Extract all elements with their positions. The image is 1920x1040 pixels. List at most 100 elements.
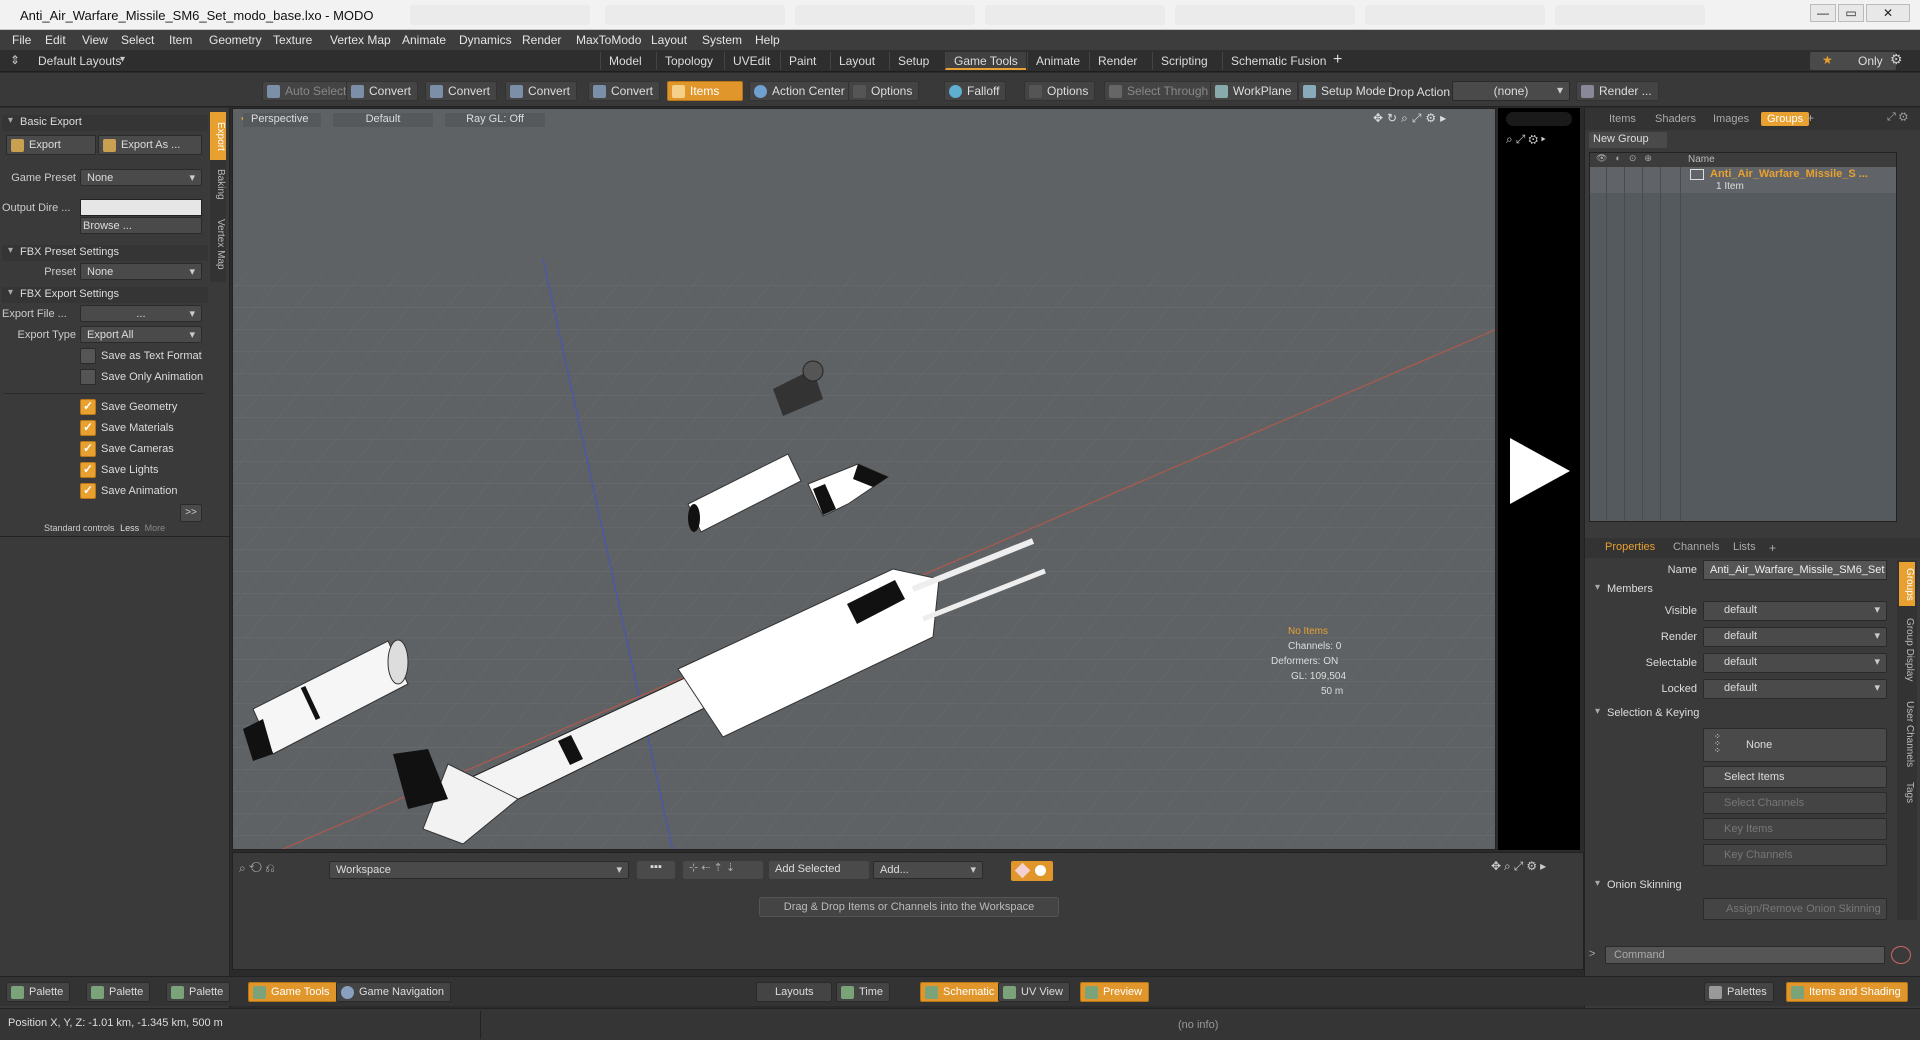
output-dir-field[interactable] xyxy=(80,199,202,216)
more-link[interactable]: More xyxy=(145,523,166,533)
add-dropdown[interactable]: Add... xyxy=(873,861,983,879)
export-button[interactable]: Export xyxy=(6,135,96,155)
game-tools-button[interactable]: Game Tools xyxy=(248,982,337,1002)
tab-scripting[interactable]: Scripting xyxy=(1152,52,1216,70)
tab-properties[interactable]: Properties xyxy=(1599,540,1661,554)
tab-model[interactable]: Model xyxy=(600,52,650,70)
add-tab-icon[interactable]: + xyxy=(1807,111,1814,125)
close-button[interactable]: ✕ xyxy=(1866,4,1910,22)
menu-vertex-map[interactable]: Vertex Map xyxy=(330,33,391,47)
palette-button[interactable]: Palette xyxy=(86,982,151,1002)
vtab-tags[interactable]: Tags xyxy=(1899,778,1915,808)
selectable-dropdown[interactable]: default xyxy=(1703,653,1887,673)
layouts-icon[interactable]: ⇕ xyxy=(10,53,20,67)
more-arrow-button[interactable]: >> xyxy=(180,504,202,522)
save-only-animation-checkbox[interactable] xyxy=(80,369,96,385)
game-preset-dropdown[interactable]: None xyxy=(80,169,202,186)
export-type-dropdown[interactable]: Export All xyxy=(80,326,202,343)
render-dropdown[interactable]: default xyxy=(1703,627,1887,647)
vtab-group-display[interactable]: Group Display xyxy=(1899,610,1915,690)
convert-button[interactable]: Convert xyxy=(505,81,578,101)
tab-schematic-fusion[interactable]: Schematic Fusion xyxy=(1222,52,1334,70)
vtab-groups[interactable]: Groups xyxy=(1899,562,1915,606)
preview-toolbar[interactable] xyxy=(1506,112,1572,126)
tab-channels[interactable]: Channels xyxy=(1667,540,1725,554)
convert-button[interactable]: Convert xyxy=(588,81,661,101)
add-selected-button[interactable]: Add Selected xyxy=(769,861,869,879)
menu-file[interactable]: File xyxy=(12,33,31,47)
tab-shaders[interactable]: Shaders xyxy=(1649,112,1702,126)
tab-setup[interactable]: Setup xyxy=(889,52,937,70)
record-icon[interactable] xyxy=(1891,946,1911,964)
items-shading-button[interactable]: Items and Shading xyxy=(1786,982,1908,1002)
options-button[interactable]: Options xyxy=(1024,81,1096,101)
menu-help[interactable]: Help xyxy=(755,33,780,47)
menu-geometry[interactable]: Geometry xyxy=(209,33,262,47)
uv-view-button[interactable]: UV View xyxy=(998,982,1070,1002)
layouts-button[interactable]: Layouts xyxy=(756,982,832,1002)
fbx-preset-header[interactable]: FBX Preset Settings xyxy=(2,245,208,261)
save-cameras-checkbox[interactable] xyxy=(80,441,96,457)
tab-render[interactable]: Render xyxy=(1089,52,1145,70)
vtab-export[interactable]: Export xyxy=(210,112,226,160)
tab-topology[interactable]: Topology xyxy=(656,52,721,70)
palette-button[interactable]: Palette xyxy=(166,982,231,1002)
menu-view[interactable]: View xyxy=(82,33,108,47)
tab-paint[interactable]: Paint xyxy=(780,52,824,70)
menu-animate[interactable]: Animate xyxy=(402,33,446,47)
select-items-button[interactable]: Select Items xyxy=(1703,766,1887,788)
tab-images[interactable]: Images xyxy=(1707,112,1755,126)
none-button[interactable]: ⁘ ⁘ ⁘ None xyxy=(1703,728,1887,762)
menu-item[interactable]: Item xyxy=(169,33,192,47)
fbx-export-header[interactable]: FBX Export Settings xyxy=(2,287,208,303)
new-group-button[interactable]: New Group xyxy=(1589,132,1667,148)
command-input[interactable]: Command xyxy=(1605,946,1885,964)
menu-edit[interactable]: Edit xyxy=(45,33,66,47)
visible-dropdown[interactable]: default xyxy=(1703,601,1887,621)
save-materials-checkbox[interactable] xyxy=(80,420,96,436)
preview-button[interactable]: Preview xyxy=(1080,982,1150,1002)
default-layouts-dropdown[interactable]: Default Layouts xyxy=(38,54,121,68)
tab-uvedit[interactable]: UVEdit xyxy=(724,52,778,70)
menu-render[interactable]: Render xyxy=(522,33,561,47)
members-header[interactable]: Members xyxy=(1589,582,1889,598)
perspective-dropdown[interactable]: Perspective xyxy=(243,113,321,127)
render-button[interactable]: Render ... xyxy=(1576,81,1659,101)
select-through-button[interactable]: Select Through xyxy=(1104,81,1216,101)
tab-items[interactable]: Items xyxy=(1603,112,1642,126)
schematic-mode-toggle[interactable] xyxy=(1011,861,1053,881)
menu-layout[interactable]: Layout xyxy=(651,33,687,47)
select-channels-button[interactable]: Select Channels xyxy=(1703,792,1887,814)
tab-groups[interactable]: Groups xyxy=(1761,112,1810,126)
play-icon[interactable] xyxy=(1506,438,1572,504)
save-lights-checkbox[interactable] xyxy=(80,462,96,478)
convert-button[interactable]: Convert xyxy=(425,81,498,101)
onion-skinning-header[interactable]: Onion Skinning xyxy=(1589,878,1889,894)
basic-export-header[interactable]: Basic Export xyxy=(2,115,208,131)
menu-texture[interactable]: Texture xyxy=(273,33,312,47)
action-center-button[interactable]: Action Center xyxy=(749,81,852,101)
palette-button[interactable]: Palette xyxy=(6,982,71,1002)
preset-dropdown[interactable]: None xyxy=(80,263,202,280)
tab-game-tools[interactable]: Game Tools xyxy=(945,52,1026,70)
only-toggle[interactable]: ★ Only xyxy=(1810,52,1896,70)
drop-action-dropdown[interactable]: (none) xyxy=(1452,81,1570,101)
save-text-format-checkbox[interactable] xyxy=(80,348,96,364)
menu-maxtomodo[interactable]: MaxToModo xyxy=(576,33,641,47)
shading-dropdown[interactable]: Default xyxy=(333,113,433,127)
viewport-nav-icons[interactable]: ✥↻⌕⤢⚙▸ xyxy=(1373,111,1450,126)
schematic-nav-icons[interactable]: ✥⌕⤢⚙▸ xyxy=(1491,859,1549,874)
auto-select-button[interactable]: Auto Select xyxy=(262,81,354,101)
maximize-button[interactable]: ▭ xyxy=(1838,4,1864,22)
group-row[interactable]: Anti_Air_Warfare_Missile_S ... 1 Item xyxy=(1590,167,1896,193)
vtab-vertex-map[interactable]: Vertex Map xyxy=(210,208,226,280)
convert-button[interactable]: Convert xyxy=(346,81,419,101)
options-button[interactable]: Options xyxy=(848,81,920,101)
schematic-arrow-icons[interactable]: ⊹ ⇠ ⇡ ⇣ xyxy=(683,861,763,879)
minimize-button[interactable]: — xyxy=(1810,4,1836,22)
export-as-button[interactable]: Export As ... xyxy=(98,135,202,155)
palettes-button[interactable]: Palettes xyxy=(1704,982,1774,1002)
3d-viewport[interactable]: No Items Channels: 0 Deformers: ON GL: 1… xyxy=(232,108,1496,850)
export-file-dropdown[interactable]: ... xyxy=(80,305,202,322)
grid-layout-icon[interactable]: ▪▪▪ xyxy=(637,861,675,879)
